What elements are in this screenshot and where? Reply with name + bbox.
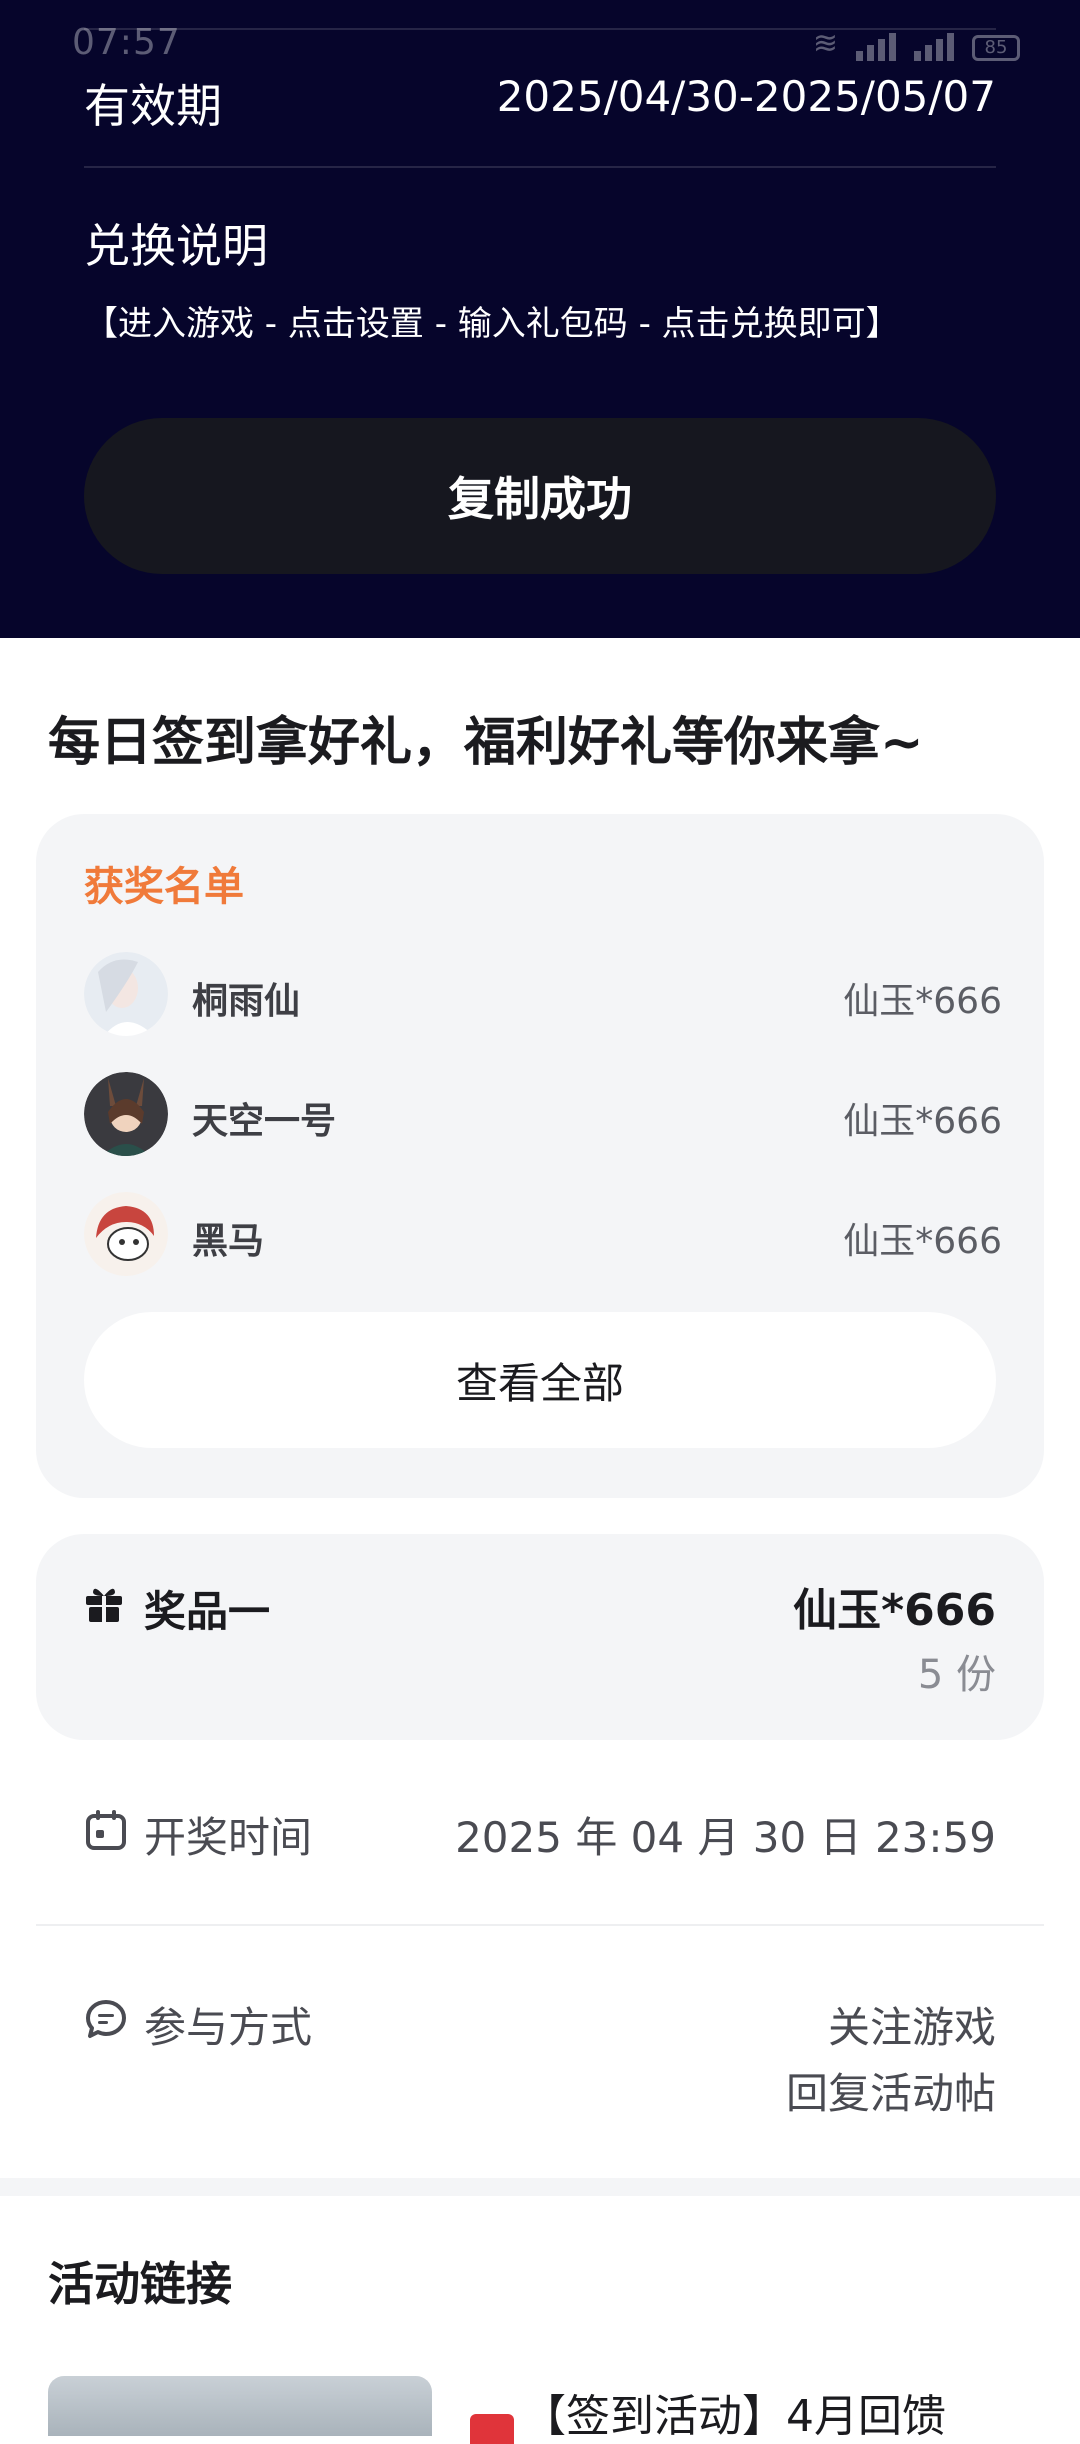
signal-icon-2 [914,33,954,61]
activity-link-title[interactable]: 【签到活动】4月回馈 [470,2380,946,2444]
prize-count: 5 份 [917,1652,996,1698]
winners-title: 获奖名单 [84,864,244,910]
validity-label: 有效期 [84,79,222,133]
status-icons: ≋ 85 [813,26,1020,61]
prize-label: 奖品一 [144,1587,271,1636]
activity-link-thumbnail[interactable] [48,2376,432,2436]
activity-headline: 每日签到拿好礼，福利好礼等你来拿~ [48,713,924,773]
chat-icon [86,2000,126,2038]
gift-code-panel: 07:57 ≋ 85 有效期 2025/04/30-2025/05/07 兑换说… [0,0,1080,638]
prize-card: 奖品一 仙玉*666 5 份 [36,1534,1044,1740]
winner-name: 桐雨仙 [192,981,301,1022]
redeem-description: 【进入游戏 - 点击设置 - 输入礼包码 - 点击兑换即可】 [84,304,900,344]
calendar-icon [86,1810,126,1850]
avatar [84,1192,168,1276]
participation-step-2: 回复活动帖 [785,2069,996,2118]
validity-value: 2025/04/30-2025/05/07 [496,72,996,121]
winner-prize: 仙玉*666 [843,981,1002,1022]
winner-row: 黑马 仙玉*666 [84,1192,1002,1276]
section-gap [0,2178,1080,2196]
wifi-icon: ≋ [812,26,838,61]
activity-link-title-text: 【签到活动】4月回馈 [522,2391,946,2442]
divider [84,28,996,30]
divider [36,1924,1044,1926]
draw-time-value: 2025 年 04 月 30 日 23:59 [455,1813,996,1862]
avatar [84,1072,168,1156]
copy-code-button[interactable]: 复制成功 [84,418,996,574]
signal-icon [856,33,896,61]
prize-value: 仙玉*666 [793,1585,996,1636]
gift-emoji-icon [470,2414,514,2444]
divider [84,166,996,168]
winner-name: 天空一号 [192,1101,337,1142]
redeem-title: 兑换说明 [84,219,268,273]
activity-links-title: 活动链接 [48,2257,232,2311]
avatar [84,952,168,1036]
view-all-button[interactable]: 查看全部 [84,1312,996,1448]
participation-step-1: 关注游戏 [827,2003,996,2052]
winner-row: 桐雨仙 仙玉*666 [84,952,1002,1036]
draw-time-label: 开奖时间 [144,1813,313,1862]
winner-prize: 仙玉*666 [843,1221,1002,1262]
battery-icon: 85 [972,35,1020,61]
participation-label: 参与方式 [144,2003,313,2052]
gift-icon [86,1588,122,1622]
winner-row: 天空一号 仙玉*666 [84,1072,1002,1156]
winner-name: 黑马 [192,1221,265,1262]
winner-prize: 仙玉*666 [843,1101,1002,1142]
status-bar: 07:57 ≋ 85 [0,0,1080,63]
winners-card: 获奖名单 桐雨仙 仙玉*666 天空一号 仙玉*666 黑马 仙玉*666 查看… [36,814,1044,1498]
